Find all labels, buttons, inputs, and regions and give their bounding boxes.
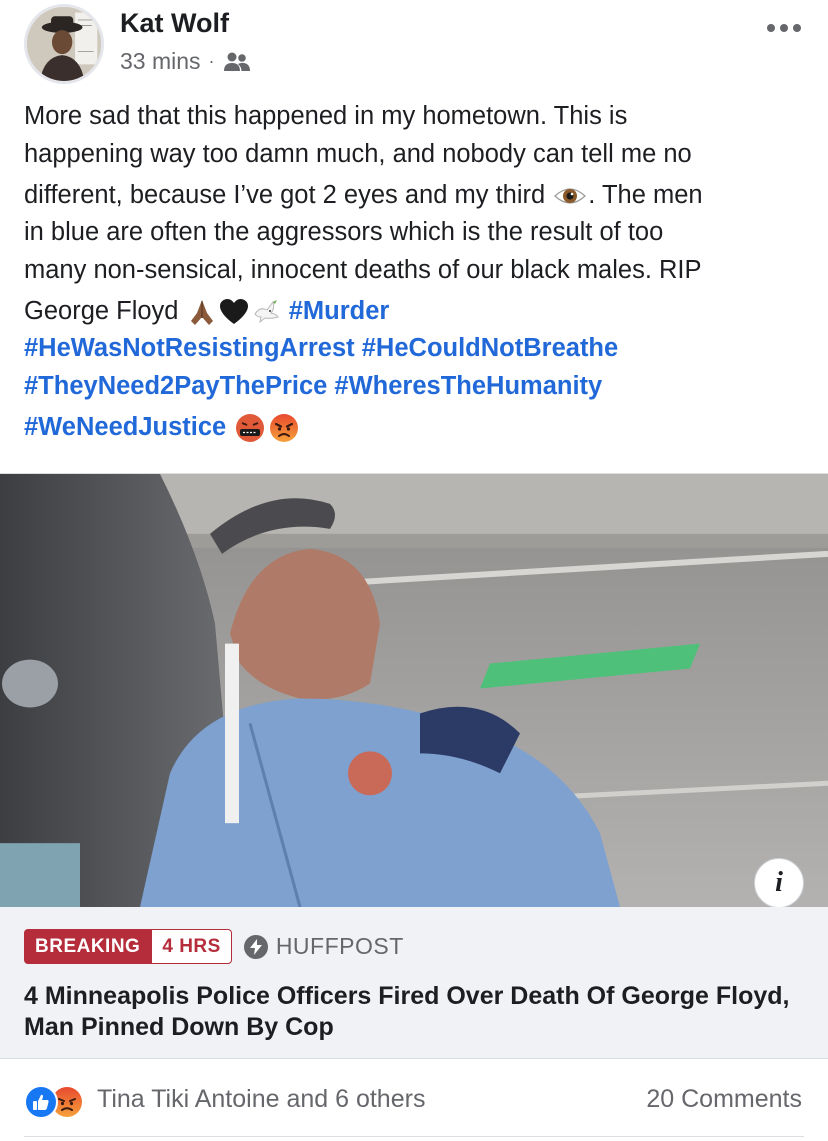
post-line: More sad that this happened in my hometo… [24, 102, 628, 130]
post-text-segment: . The men [588, 181, 703, 209]
post-line: many non-sensical, innocent deaths of ou… [24, 255, 702, 284]
dove-emoji-icon [253, 300, 279, 324]
comments-count[interactable]: 20 Comments [646, 1085, 802, 1114]
time-badge: 4 HRS [151, 929, 232, 964]
hashtag-not-resisting[interactable]: #HeWasNotResistingArrest [24, 334, 355, 362]
hashtag-not-breathe[interactable]: #HeCouldNotBreathe [362, 334, 618, 362]
lightning-bolt-icon [243, 934, 268, 959]
black-heart-emoji-icon [219, 299, 248, 325]
reactions-bar: Tina Tiki Antoine and 6 others 20 Commen… [0, 1075, 828, 1127]
divider [24, 1136, 804, 1137]
eye-emoji-icon [554, 188, 587, 204]
meta-separator: · [208, 51, 215, 71]
hashtag-murder[interactable]: #Murder [289, 297, 390, 325]
post-message: More sad that this happened in my hometo… [24, 98, 808, 446]
post-timestamp[interactable]: 33 mins [120, 48, 201, 75]
info-icon[interactable]: i [754, 858, 804, 908]
reactors-summary[interactable]: Tina Tiki Antoine and 6 others [97, 1085, 425, 1114]
friends-icon[interactable] [223, 51, 251, 73]
post-line: #TheyNeed2PayThePrice #WheresTheHumanity [24, 368, 808, 406]
hashtag-justice[interactable]: #WeNeedJustice [24, 413, 226, 441]
author-name[interactable]: Kat Wolf [120, 8, 229, 39]
angry-face-emoji-icon [270, 414, 299, 443]
link-preview-footer[interactable]: BREAKING 4 HRS HUFFPOST 4 Minneapolis Po… [0, 907, 828, 1059]
hashtag-humanity[interactable]: #WheresTheHumanity [334, 372, 602, 400]
post-line: #WeNeedJustice [24, 405, 808, 446]
post-meta: 33 mins · [120, 48, 251, 75]
post-line: #HeWasNotResistingArrest #HeCouldNotBrea… [24, 330, 808, 368]
post-text-segment: different, because I’ve got 2 eyes and m… [24, 181, 546, 209]
author-avatar[interactable] [24, 4, 104, 84]
post-text-segment: George Floyd [24, 297, 179, 325]
folded-hands-emoji-icon [190, 300, 213, 326]
post-line: in blue are often the aggressors which i… [24, 218, 664, 246]
face-with-symbols-emoji-icon [236, 414, 265, 443]
link-badges: BREAKING 4 HRS HUFFPOST [24, 929, 404, 964]
link-source: HUFFPOST [243, 933, 404, 960]
post-line: George Floyd #Murder [24, 289, 808, 330]
post-line: happening way too damn much, and nobody … [24, 139, 692, 168]
link-preview-card[interactable]: i BREAKING 4 HRS HUFFPOST 4 Minneapolis … [0, 473, 828, 1059]
link-headline[interactable]: 4 Minneapolis Police Officers Fired Over… [24, 981, 814, 1043]
post-header: Kat Wolf 33 mins · [0, 0, 828, 92]
like-reaction-icon [24, 1085, 58, 1119]
hashtag-pay-price[interactable]: #TheyNeed2PayThePrice [24, 372, 327, 400]
source-name: HUFFPOST [275, 933, 404, 959]
reaction-icons[interactable] [24, 1085, 92, 1119]
more-horizontal-icon[interactable] [764, 18, 804, 38]
post-line: different, because I’ve got 2 eyes and m… [24, 173, 808, 214]
breaking-badge: BREAKING [24, 929, 152, 964]
link-preview-image[interactable] [0, 473, 828, 907]
